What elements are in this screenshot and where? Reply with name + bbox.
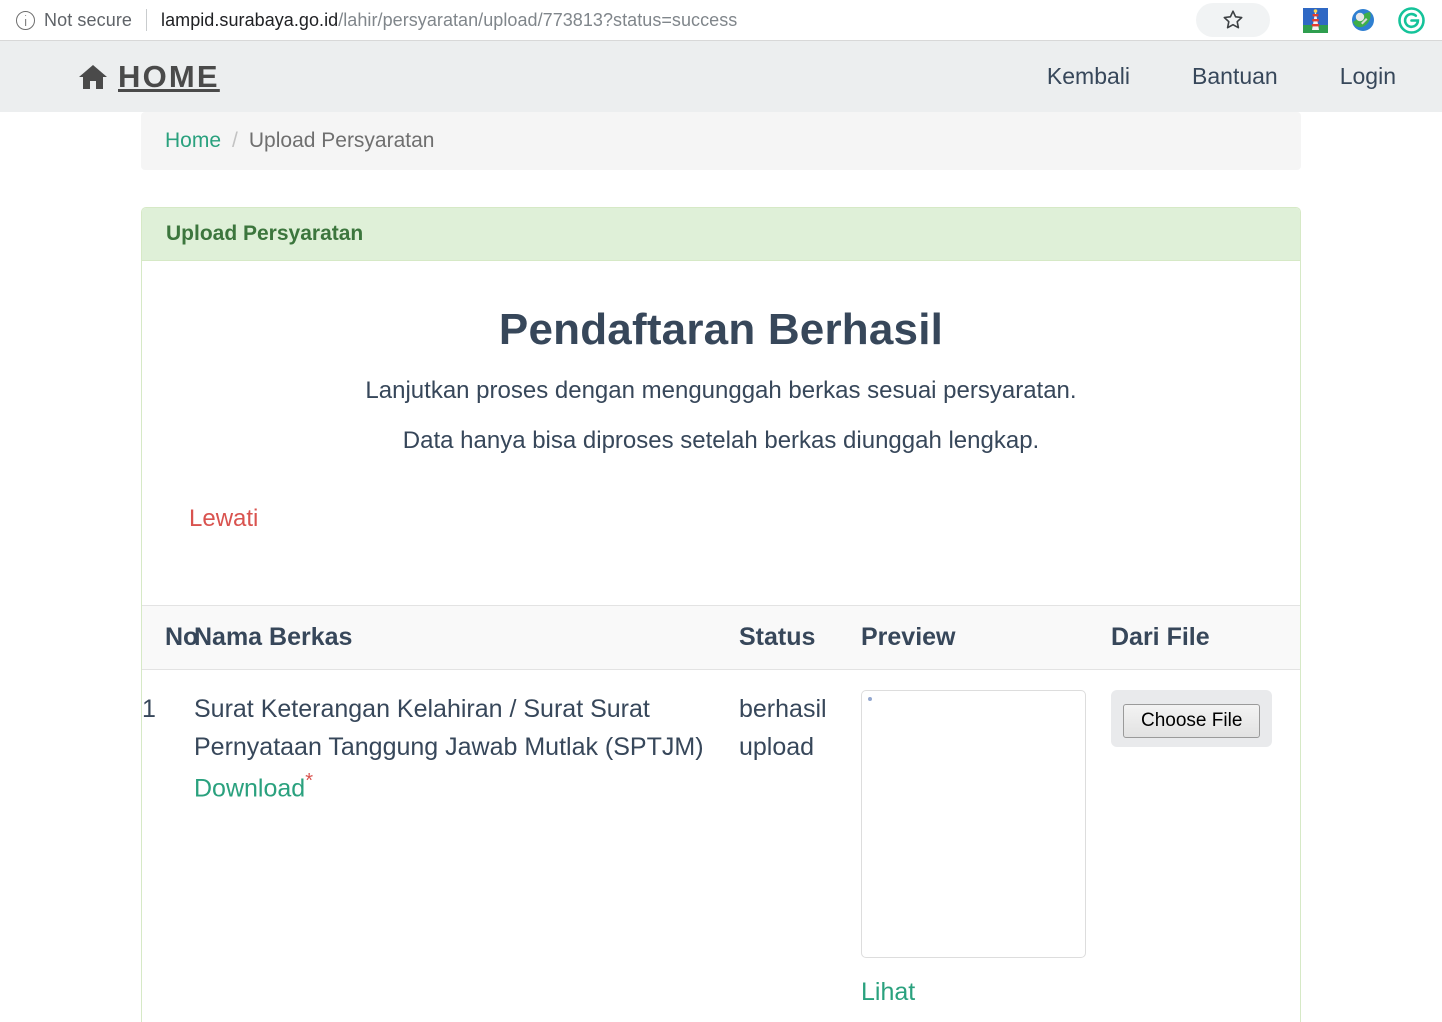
breadcrumb: Home / Upload Persyaratan — [141, 112, 1301, 170]
grammarly-extension-icon[interactable] — [1394, 3, 1428, 37]
security-status-label: Not secure — [44, 9, 133, 30]
page-content: Home / Upload Persyaratan Upload Persyar… — [0, 112, 1442, 1022]
breadcrumb-separator: / — [232, 129, 238, 152]
breadcrumb-home-link[interactable]: Home — [165, 129, 221, 153]
upload-panel: Upload Persyaratan Pendaftaran Berhasil … — [141, 207, 1301, 1022]
choose-file-button[interactable]: Choose File — [1123, 704, 1261, 738]
column-header-name: Nama Berkas — [194, 605, 739, 670]
content-container: Home / Upload Persyaratan Upload Persyar… — [141, 112, 1301, 1022]
cell-file-name: Surat Keterangan Kelahiran / Surat Surat… — [194, 669, 739, 1022]
navbar-links: Kembali Bantuan Login — [1047, 63, 1396, 90]
table-header-row: No Nama Berkas Status Preview Dari File — [142, 605, 1300, 670]
nav-link-kembali[interactable]: Kembali — [1047, 63, 1130, 90]
column-header-file: Dari File — [1111, 605, 1300, 670]
browser-actions — [1196, 3, 1442, 37]
url-display[interactable]: lampid.surabaya.go.id/lahir/persyaratan/… — [161, 10, 737, 31]
omnibox-divider — [146, 9, 148, 31]
table-row: 1 Surat Keterangan Kelahiran / Surat Sur… — [142, 669, 1300, 1022]
preview-thumbnail[interactable] — [861, 690, 1086, 958]
idm-download-extension-icon[interactable] — [1346, 3, 1380, 37]
home-icon — [79, 64, 107, 89]
lighthouse-extension-icon[interactable] — [1298, 3, 1332, 37]
instruction-line-2: Data hanya bisa diproses setelah berkas … — [402, 427, 1040, 454]
cell-preview: Lihat — [861, 669, 1111, 1022]
url-domain: lampid.surabaya.go.id — [161, 9, 339, 30]
url-path: /lahir/persyaratan/upload/773813?status=… — [338, 9, 738, 30]
requirements-table: No Nama Berkas Status Preview Dari File … — [142, 605, 1300, 1022]
breadcrumb-current: Upload Persyaratan — [248, 129, 435, 152]
table-header: No Nama Berkas Status Preview Dari File — [142, 605, 1300, 670]
skip-row: Lewati — [166, 477, 1276, 533]
star-icon — [1223, 10, 1243, 29]
brand-label: HOME — [118, 58, 220, 94]
nav-link-login[interactable]: Login — [1340, 63, 1396, 90]
bookmark-button[interactable] — [1196, 3, 1270, 37]
skip-link[interactable]: Lewati — [189, 505, 258, 532]
brand-home-link[interactable]: HOME — [78, 59, 220, 95]
cell-file-input: Choose File — [1111, 669, 1300, 1022]
table-body: 1 Surat Keterangan Kelahiran / Surat Sur… — [142, 669, 1300, 1022]
column-header-status: Status — [739, 605, 861, 670]
file-input-wrapper[interactable]: Choose File — [1111, 690, 1273, 747]
browser-toolbar: Not secure lampid.surabaya.go.id/lahir/p… — [0, 0, 1442, 41]
cell-status: berhasil upload — [739, 669, 861, 1022]
info-circle-icon — [16, 10, 35, 30]
instruction-line-1: Lanjutkan proses dengan mengunggah berka… — [365, 377, 1077, 404]
file-name-label: Surat Keterangan Kelahiran / Surat Surat… — [194, 695, 704, 761]
site-security-chip[interactable]: Not secure — [0, 10, 132, 31]
column-header-no: No — [142, 605, 198, 670]
nav-link-bantuan[interactable]: Bantuan — [1192, 63, 1278, 90]
site-navbar: HOME Kembali Bantuan Login — [0, 41, 1442, 112]
required-asterisk: * — [305, 770, 313, 792]
panel-heading: Upload Persyaratan — [142, 208, 1300, 261]
download-template-link[interactable]: Download — [194, 774, 305, 802]
cell-row-number: 1 — [142, 669, 194, 1022]
panel-body: Pendaftaran Berhasil Lanjutkan proses de… — [142, 261, 1300, 605]
page-title: Pendaftaran Berhasil — [498, 305, 944, 354]
preview-view-link[interactable]: Lihat — [861, 973, 915, 1011]
column-header-preview: Preview — [861, 605, 1111, 670]
address-bar[interactable]: Not secure lampid.surabaya.go.id/lahir/p… — [0, 0, 1442, 40]
